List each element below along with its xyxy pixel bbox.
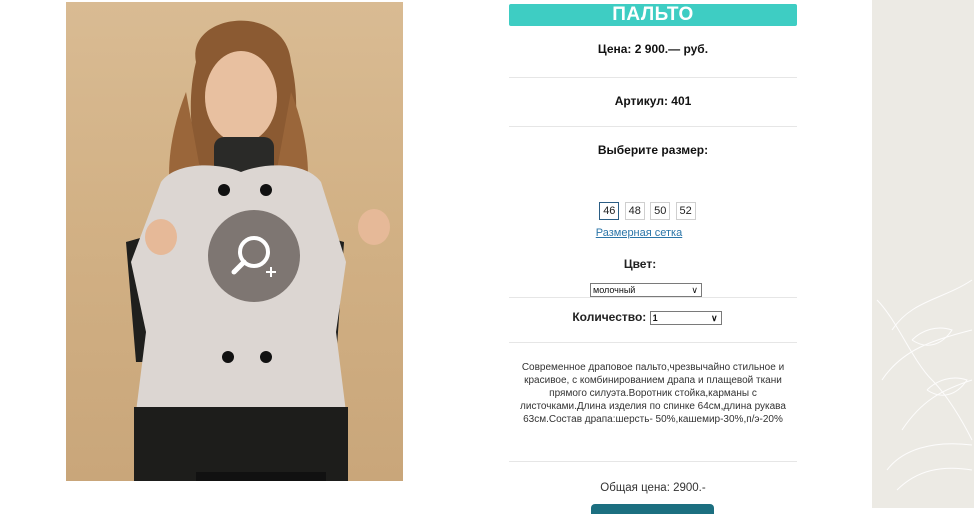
zoom-button[interactable] <box>208 210 300 302</box>
price-text: Цена: 2 900.— руб. <box>597 42 709 56</box>
leaf-decoration <box>876 279 973 491</box>
color-select-value: молочный <box>593 284 636 295</box>
chevron-down-icon: ∨ <box>691 284 698 295</box>
quantity-select-value: 1 <box>652 312 658 323</box>
size-label: Выберите размер: <box>597 143 709 157</box>
size-option-52[interactable]: 52 <box>675 202 696 220</box>
color-select-wrapper: молочный ∨ <box>495 273 797 297</box>
decorative-sidebar <box>872 0 974 508</box>
size-option-50[interactable]: 50 <box>650 202 671 220</box>
quantity-select[interactable]: 1 ∨ <box>649 310 722 325</box>
size-chart-link[interactable]: Размерная сетка <box>481 221 797 243</box>
product-title: ПАЛЬТО <box>509 4 797 26</box>
size-option-48[interactable]: 48 <box>624 202 645 220</box>
color-label: Цвет: <box>623 257 657 271</box>
product-panel: ПАЛЬТО Цена: 2 900.— руб. Артикул: 401 В… <box>509 4 797 512</box>
product-description: Современное драповое пальто,чрезвычайно … <box>520 362 786 425</box>
product-photo[interactable] <box>66 2 403 481</box>
chevron-down-icon: ∨ <box>711 312 718 323</box>
sku-text: Артикул: 401 <box>614 94 692 108</box>
size-selector: 46 48 50 52 <box>499 201 797 221</box>
quantity-label: Количество: <box>572 310 647 324</box>
buy-button[interactable] <box>591 504 714 514</box>
zoom-in-icon <box>231 236 276 277</box>
color-select[interactable]: молочный ∨ <box>590 282 702 297</box>
quantity-row: Количество: 1 ∨ <box>497 298 797 342</box>
size-option-46[interactable]: 46 <box>599 202 620 220</box>
